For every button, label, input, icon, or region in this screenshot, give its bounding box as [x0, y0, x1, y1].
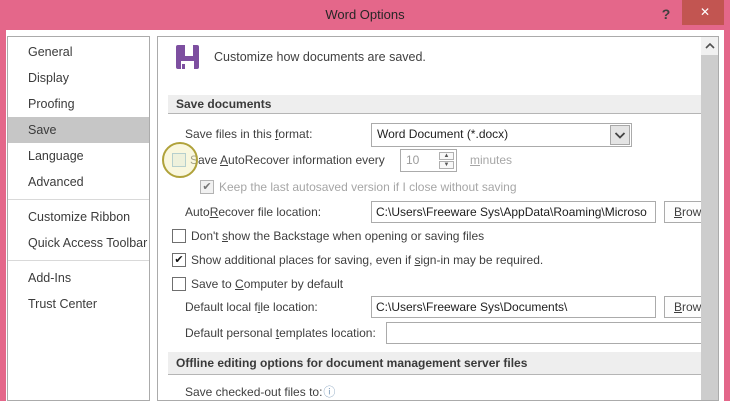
computer-post: omputer by default: [243, 277, 344, 291]
minutes-label-post: inutes: [480, 153, 513, 167]
format-label-pre: Save files in this: [185, 127, 276, 141]
autorecover-label-post: utoRecover information every: [228, 153, 385, 167]
computer-key: C: [235, 277, 244, 291]
save-floppy-icon: [176, 45, 199, 69]
backstage-label: Don't show the Backstage when opening or…: [191, 229, 484, 244]
close-icon: ✕: [699, 5, 711, 19]
autorecover-label-key: A: [220, 153, 229, 167]
scrollbar-thumb[interactable]: [701, 55, 718, 400]
local-pre: Default local f: [185, 300, 258, 314]
templates-post: emplates location:: [279, 326, 376, 340]
vertical-scrollbar[interactable]: [701, 37, 718, 400]
save-autorecover-label: Save AutoRecover information every: [190, 153, 385, 168]
section-header-save-documents: Save documents: [168, 95, 702, 114]
minutes-label-key: m: [470, 153, 480, 167]
additional-places-label: Show additional places for saving, even …: [191, 253, 543, 268]
templates-location-input[interactable]: [386, 322, 703, 344]
ar-location-post: ecover file location:: [218, 205, 322, 219]
checked-out-text: Save checked-out files to:: [185, 385, 323, 399]
local-post: le location:: [260, 300, 318, 314]
check-icon: ✔: [202, 180, 212, 193]
sidebar-item-general[interactable]: General: [8, 39, 149, 65]
file-format-dropdown[interactable]: Word Document (*.docx): [371, 123, 632, 147]
spinner-down-icon: ▼: [443, 162, 450, 168]
browse-key: B: [674, 205, 683, 219]
computer-pre: Save to: [191, 277, 236, 291]
places-post: ign-in may be required.: [420, 253, 544, 267]
keep-autosave-label: Keep the last autosaved version if I clo…: [219, 180, 517, 194]
browse-key: B: [674, 300, 683, 314]
section-header-offline-editing: Offline editing options for document man…: [168, 352, 702, 375]
file-format-selected-value: Word Document (*.docx): [377, 127, 509, 141]
save-options-panel: Customize how documents are saved. Save …: [157, 36, 719, 401]
spinner-up-button[interactable]: ▲: [439, 152, 454, 160]
sidebar-item-display[interactable]: Display: [8, 65, 149, 91]
places-pre: Show additional places for saving, even …: [191, 253, 415, 267]
options-sidebar: General Display Proofing Save Language A…: [7, 36, 150, 401]
spinner-up-icon: ▲: [443, 153, 450, 159]
format-label-post: ormat:: [278, 127, 313, 141]
info-icon[interactable]: ⓘ: [323, 385, 335, 399]
format-label: Save files in this format:: [185, 127, 312, 142]
additional-places-checkbox[interactable]: ✔: [172, 253, 186, 267]
autorecover-label-pre: Save: [190, 153, 221, 167]
autorecover-location-input[interactable]: [371, 201, 656, 223]
templates-location-label: Default personal templates location:: [185, 326, 376, 341]
sidebar-item-save[interactable]: Save: [8, 117, 149, 143]
save-autorecover-checkbox[interactable]: [172, 153, 186, 167]
local-location-label: Default local file location:: [185, 300, 318, 315]
save-to-computer-label: Save to Computer by default: [191, 277, 343, 292]
backstage-pre: Don't: [191, 229, 222, 243]
window-border-left: [0, 0, 6, 401]
help-icon[interactable]: ?: [656, 3, 676, 25]
autorecover-location-label: AutoRecover file location:: [185, 205, 321, 220]
sidebar-separator: [8, 199, 149, 200]
chevron-down-icon: [614, 131, 626, 139]
scrollbar-up-button[interactable]: [701, 37, 718, 55]
window-border-right: [724, 0, 730, 401]
dropdown-arrow-button[interactable]: [610, 125, 630, 145]
spinner-down-button[interactable]: ▼: [439, 161, 454, 169]
sidebar-item-proofing[interactable]: Proofing: [8, 91, 149, 117]
backstage-checkbox[interactable]: [172, 229, 186, 243]
close-button[interactable]: ✕: [682, 0, 728, 25]
backstage-post: how the Backstage when opening or saving…: [227, 229, 485, 243]
check-icon: ✔: [174, 253, 184, 266]
sidebar-item-quick-access-toolbar[interactable]: Quick Access Toolbar: [8, 230, 149, 256]
chevron-up-icon: [704, 43, 715, 49]
save-to-computer-checkbox[interactable]: [172, 277, 186, 291]
local-location-input[interactable]: [371, 296, 656, 318]
sidebar-item-advanced[interactable]: Advanced: [8, 169, 149, 195]
checked-out-files-label: Save checked-out files to:ⓘ: [185, 385, 335, 400]
ar-location-pre: Auto: [185, 205, 210, 219]
keep-autosave-checkbox: ✔: [200, 180, 214, 194]
autorecover-minutes-value: 10: [406, 153, 420, 167]
window-title: Word Options: [325, 7, 405, 22]
sidebar-item-customize-ribbon[interactable]: Customize Ribbon: [8, 204, 149, 230]
sidebar-separator: [8, 260, 149, 261]
sidebar-item-trust-center[interactable]: Trust Center: [8, 291, 149, 317]
minutes-label: minutes: [470, 153, 512, 168]
page-title: Customize how documents are saved.: [214, 50, 426, 64]
title-bar: Word Options ? ✕: [0, 0, 730, 30]
sidebar-item-language[interactable]: Language: [8, 143, 149, 169]
floppy-notch: [182, 64, 185, 69]
floppy-shutter: [184, 45, 193, 56]
templates-pre: Default personal: [185, 326, 276, 340]
sidebar-item-add-ins[interactable]: Add-Ins: [8, 265, 149, 291]
autorecover-minutes-spinner[interactable]: 10 ▲ ▼: [400, 149, 457, 172]
